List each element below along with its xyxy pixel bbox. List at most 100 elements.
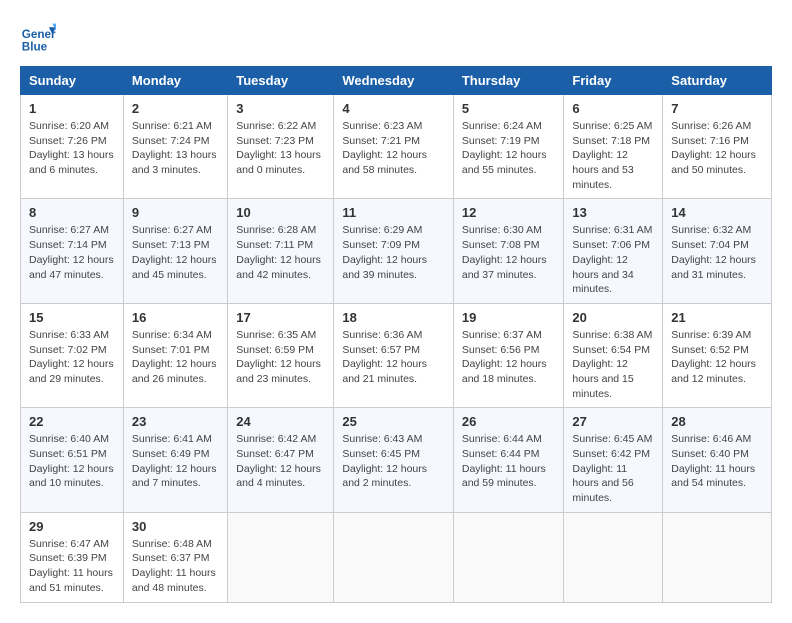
calendar-cell	[663, 512, 772, 602]
calendar-cell: 11Sunrise: 6:29 AMSunset: 7:09 PMDayligh…	[334, 199, 454, 303]
day-info: Sunrise: 6:21 AMSunset: 7:24 PMDaylight:…	[132, 119, 219, 178]
calendar-cell: 30 Sunrise: 6:48 AMSunset: 6:37 PMDayligh…	[123, 512, 227, 602]
day-number: 20	[572, 310, 654, 325]
day-number: 29	[29, 519, 115, 534]
calendar-week-4: 22 Sunrise: 6:40 AMSunset: 6:51 PMDayligh…	[21, 408, 772, 512]
day-info: Sunrise: 6:37 AMSunset: 6:56 PMDaylight:…	[462, 328, 556, 387]
day-number: 3	[236, 101, 325, 116]
day-number: 12	[462, 205, 556, 220]
calendar-cell: 9 Sunrise: 6:27 AMSunset: 7:13 PMDaylight…	[123, 199, 227, 303]
calendar-cell: 12 Sunrise: 6:30 AMSunset: 7:08 PMDayligh…	[453, 199, 564, 303]
day-info: Sunrise: 6:26 AMSunset: 7:16 PMDaylight:…	[671, 119, 763, 178]
calendar-cell: 16 Sunrise: 6:34 AMSunset: 7:01 PMDayligh…	[123, 303, 227, 407]
column-header-saturday: Saturday	[663, 67, 772, 95]
day-number: 13	[572, 205, 654, 220]
calendar-cell: 2 Sunrise: 6:21 AMSunset: 7:24 PMDaylight…	[123, 95, 227, 199]
day-number: 26	[462, 414, 556, 429]
day-number: 25	[342, 414, 445, 429]
day-info: Sunrise: 6:28 AMSunset: 7:11 PMDaylight:…	[236, 223, 325, 282]
day-number: 14	[671, 205, 763, 220]
day-info: Sunrise: 6:30 AMSunset: 7:08 PMDaylight:…	[462, 223, 556, 282]
day-info: Sunrise: 6:34 AMSunset: 7:01 PMDaylight:…	[132, 328, 219, 387]
day-info: Sunrise: 6:27 AMSunset: 7:14 PMDaylight:…	[29, 223, 115, 282]
day-number: 8	[29, 205, 115, 220]
day-number: 16	[132, 310, 219, 325]
day-info: Sunrise: 6:35 AMSunset: 6:59 PMDaylight:…	[236, 328, 325, 387]
column-header-friday: Friday	[564, 67, 663, 95]
calendar-cell	[453, 512, 564, 602]
day-number: 17	[236, 310, 325, 325]
calendar-cell: 7 Sunrise: 6:26 AMSunset: 7:16 PMDaylight…	[663, 95, 772, 199]
day-info: Sunrise: 6:36 AMSunset: 6:57 PMDaylight:…	[342, 328, 445, 387]
day-number: 28	[671, 414, 763, 429]
day-number: 2	[132, 101, 219, 116]
day-number: 21	[671, 310, 763, 325]
day-info: Sunrise: 6:46 AMSunset: 6:40 PMDaylight:…	[671, 432, 763, 491]
day-number: 27	[572, 414, 654, 429]
day-info: Sunrise: 6:47 AMSunset: 6:39 PMDaylight:…	[29, 537, 115, 596]
day-number: 19	[462, 310, 556, 325]
calendar-cell: 3 Sunrise: 6:22 AMSunset: 7:23 PMDaylight…	[228, 95, 334, 199]
day-info: Sunrise: 6:27 AMSunset: 7:13 PMDaylight:…	[132, 223, 219, 282]
column-header-thursday: Thursday	[453, 67, 564, 95]
day-number: 15	[29, 310, 115, 325]
calendar-cell: 27 Sunrise: 6:45 AMSunset: 6:42 PMDayligh…	[564, 408, 663, 512]
calendar-cell: 18 Sunrise: 6:36 AMSunset: 6:57 PMDayligh…	[334, 303, 454, 407]
day-number: 9	[132, 205, 219, 220]
day-info: Sunrise: 6:20 AMSunset: 7:26 PMDaylight:…	[29, 119, 115, 178]
header: General Blue	[20, 20, 772, 56]
day-info: Sunrise: 6:24 AMSunset: 7:19 PMDaylight:…	[462, 119, 556, 178]
calendar-cell: 4Sunrise: 6:23 AMSunset: 7:21 PMDaylight…	[334, 95, 454, 199]
calendar-header: SundayMondayTuesdayWednesdayThursdayFrid…	[21, 67, 772, 95]
day-number: 6	[572, 101, 654, 116]
calendar-week-5: 29 Sunrise: 6:47 AMSunset: 6:39 PMDayligh…	[21, 512, 772, 602]
day-info: Sunrise: 6:32 AMSunset: 7:04 PMDaylight:…	[671, 223, 763, 282]
calendar-cell: 20 Sunrise: 6:38 AMSunset: 6:54 PMDayligh…	[564, 303, 663, 407]
calendar-cell: 1 Sunrise: 6:20 AMSunset: 7:26 PMDaylight…	[21, 95, 124, 199]
day-number: 22	[29, 414, 115, 429]
column-header-tuesday: Tuesday	[228, 67, 334, 95]
calendar-cell: 8 Sunrise: 6:27 AMSunset: 7:14 PMDaylight…	[21, 199, 124, 303]
day-info: Sunrise: 6:38 AMSunset: 6:54 PMDaylight:…	[572, 328, 654, 401]
calendar-cell	[228, 512, 334, 602]
calendar-cell: 26 Sunrise: 6:44 AMSunset: 6:44 PMDayligh…	[453, 408, 564, 512]
column-header-sunday: Sunday	[21, 67, 124, 95]
column-header-monday: Monday	[123, 67, 227, 95]
calendar-week-3: 15Sunrise: 6:33 AMSunset: 7:02 PMDayligh…	[21, 303, 772, 407]
day-number: 10	[236, 205, 325, 220]
day-number: 5	[462, 101, 556, 116]
calendar-cell: 23 Sunrise: 6:41 AMSunset: 6:49 PMDayligh…	[123, 408, 227, 512]
day-info: Sunrise: 6:22 AMSunset: 7:23 PMDaylight:…	[236, 119, 325, 178]
day-info: Sunrise: 6:41 AMSunset: 6:49 PMDaylight:…	[132, 432, 219, 491]
day-number: 7	[671, 101, 763, 116]
day-info: Sunrise: 6:42 AMSunset: 6:47 PMDaylight:…	[236, 432, 325, 491]
calendar-cell: 6Sunrise: 6:25 AMSunset: 7:18 PMDaylight…	[564, 95, 663, 199]
day-info: Sunrise: 6:40 AMSunset: 6:51 PMDaylight:…	[29, 432, 115, 491]
calendar-week-2: 8 Sunrise: 6:27 AMSunset: 7:14 PMDaylight…	[21, 199, 772, 303]
day-number: 18	[342, 310, 445, 325]
calendar-table: SundayMondayTuesdayWednesdayThursdayFrid…	[20, 66, 772, 603]
calendar-cell	[564, 512, 663, 602]
day-info: Sunrise: 6:31 AMSunset: 7:06 PMDaylight:…	[572, 223, 654, 296]
calendar-week-1: 1 Sunrise: 6:20 AMSunset: 7:26 PMDaylight…	[21, 95, 772, 199]
svg-text:Blue: Blue	[22, 41, 48, 54]
day-info: Sunrise: 6:44 AMSunset: 6:44 PMDaylight:…	[462, 432, 556, 491]
day-number: 23	[132, 414, 219, 429]
calendar-cell	[334, 512, 454, 602]
calendar-cell: 10 Sunrise: 6:28 AMSunset: 7:11 PMDayligh…	[228, 199, 334, 303]
calendar-cell: 5 Sunrise: 6:24 AMSunset: 7:19 PMDaylight…	[453, 95, 564, 199]
day-number: 1	[29, 101, 115, 116]
logo-icon: General Blue	[20, 20, 56, 56]
day-info: Sunrise: 6:29 AMSunset: 7:09 PMDaylight:…	[342, 223, 445, 282]
calendar-cell: 28 Sunrise: 6:46 AMSunset: 6:40 PMDayligh…	[663, 408, 772, 512]
calendar-cell: 22 Sunrise: 6:40 AMSunset: 6:51 PMDayligh…	[21, 408, 124, 512]
day-number: 30	[132, 519, 219, 534]
calendar-cell: 14 Sunrise: 6:32 AMSunset: 7:04 PMDayligh…	[663, 199, 772, 303]
day-number: 4	[342, 101, 445, 116]
calendar-cell: 21Sunrise: 6:39 AMSunset: 6:52 PMDayligh…	[663, 303, 772, 407]
day-info: Sunrise: 6:48 AMSunset: 6:37 PMDaylight:…	[132, 537, 219, 596]
day-info: Sunrise: 6:45 AMSunset: 6:42 PMDaylight:…	[572, 432, 654, 505]
calendar-cell: 25Sunrise: 6:43 AMSunset: 6:45 PMDayligh…	[334, 408, 454, 512]
calendar-cell: 19 Sunrise: 6:37 AMSunset: 6:56 PMDayligh…	[453, 303, 564, 407]
day-number: 24	[236, 414, 325, 429]
